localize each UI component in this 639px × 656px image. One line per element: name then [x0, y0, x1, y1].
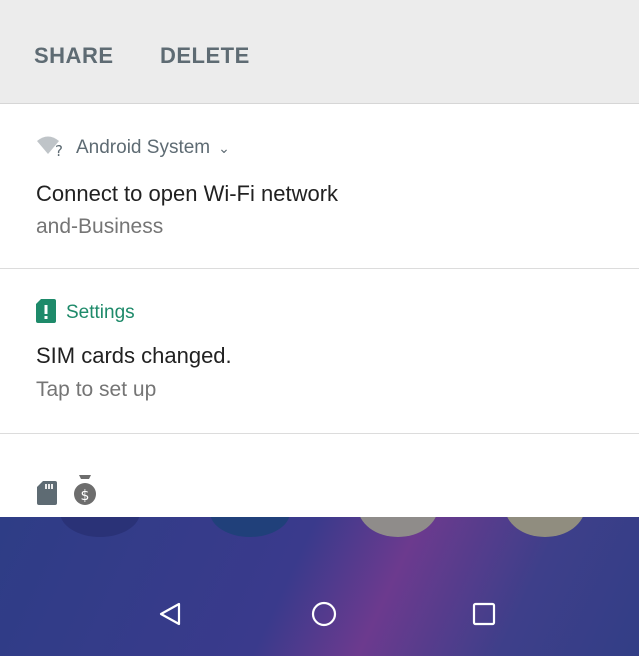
notification-title: Connect to open Wi-Fi network	[36, 181, 339, 206]
wallpaper-shape	[60, 517, 140, 537]
notification-header: Settings	[36, 298, 135, 328]
money-bag-icon: $	[73, 475, 97, 510]
notification-sim[interactable]: Settings SIM cards changed. Tap to set u…	[0, 270, 639, 434]
notification-actions-bar: SHARE DELETE	[0, 0, 639, 104]
home-icon	[311, 601, 337, 632]
notification-text: Tap to set up	[36, 378, 157, 401]
recents-icon	[472, 602, 496, 631]
back-icon	[159, 602, 181, 631]
app-name: Android System	[76, 137, 211, 158]
notification-header: ? Android System ⌄	[36, 135, 230, 161]
app-name: Settings	[66, 302, 135, 323]
svg-text:?: ?	[55, 142, 63, 157]
share-button[interactable]: SHARE	[34, 43, 114, 69]
notification-title: SIM cards changed.	[36, 343, 232, 368]
wifi-question-icon: ?	[36, 135, 66, 162]
wallpaper-shape	[358, 517, 438, 537]
chevron-down-icon[interactable]: ⌄	[218, 140, 230, 157]
notification-wifi[interactable]: ? Android System ⌄ Connect to open Wi-Fi…	[0, 105, 639, 269]
notification-text: and-Business	[36, 215, 164, 238]
sd-card-icon	[37, 481, 57, 510]
back-button[interactable]	[155, 601, 185, 631]
delete-button[interactable]: DELETE	[160, 43, 250, 69]
recents-button[interactable]	[469, 601, 499, 631]
wallpaper-shape	[210, 517, 290, 537]
wallpaper-shape	[505, 517, 585, 537]
home-button[interactable]	[309, 601, 339, 631]
navigation-bar	[0, 517, 639, 656]
notification-overflow[interactable]: $	[0, 435, 639, 517]
svg-text:$: $	[81, 488, 90, 504]
sim-alert-icon	[36, 298, 56, 328]
